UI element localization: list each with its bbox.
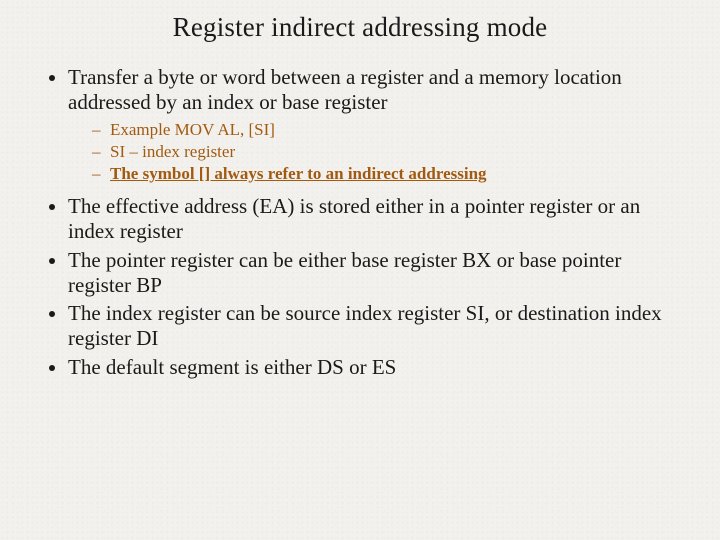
bullet-text: The pointer register can be either base … [68, 248, 621, 297]
slide-title: Register indirect addressing mode [40, 12, 680, 43]
bullet-item: The default segment is either DS or ES [68, 355, 680, 380]
bullet-text: The default segment is either DS or ES [68, 355, 396, 379]
bullet-list: Transfer a byte or word between a regist… [40, 65, 680, 380]
sub-bullet-item: Example MOV AL, [SI] [96, 119, 680, 140]
sub-bullet-text: SI – index register [110, 142, 235, 161]
sub-bullet-list: Example MOV AL, [SI] SI – index register… [68, 119, 680, 185]
sub-bullet-item: SI – index register [96, 141, 680, 162]
bullet-text: The index register can be source index r… [68, 301, 662, 350]
sub-bullet-item: The symbol [] always refer to an indirec… [96, 163, 680, 184]
slide: Register indirect addressing mode Transf… [0, 0, 720, 380]
sub-bullet-text-emph: The symbol [] always refer to an indirec… [110, 164, 487, 183]
bullet-text: The effective address (EA) is stored eit… [68, 194, 640, 243]
bullet-text: Transfer a byte or word between a regist… [68, 65, 622, 114]
bullet-item: The effective address (EA) is stored eit… [68, 194, 680, 244]
bullet-item: The index register can be source index r… [68, 301, 680, 351]
bullet-item: The pointer register can be either base … [68, 248, 680, 298]
bullet-item: Transfer a byte or word between a regist… [68, 65, 680, 184]
sub-bullet-text: Example MOV AL, [SI] [110, 120, 275, 139]
